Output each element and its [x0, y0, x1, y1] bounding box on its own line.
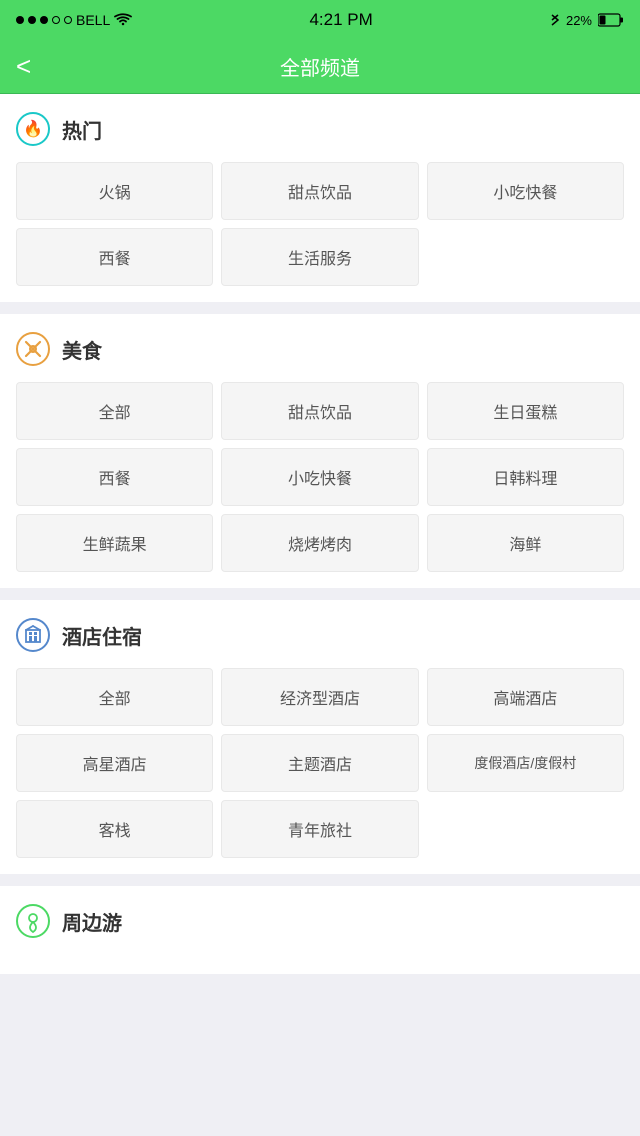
section-hot-title: 热门 [62, 115, 102, 144]
section-hot-header: 🔥 热门 [16, 112, 624, 146]
section-hotel-grid: 全部 经济型酒店 高端酒店 高星酒店 主题酒店 度假酒店/度假村 客栈 青年旅社 [16, 668, 624, 858]
grid-item[interactable]: 火锅 [16, 162, 213, 220]
section-hot-grid: 火锅 甜点饮品 小吃快餐 西餐 生活服务 [16, 162, 624, 286]
signal-dot-5 [64, 16, 72, 24]
grid-item[interactable]: 烧烤烤肉 [221, 514, 418, 572]
section-food-header: 美食 [16, 332, 624, 366]
building-icon [16, 618, 50, 652]
section-hotel: 酒店住宿 全部 经济型酒店 高端酒店 高星酒店 主题酒店 度假酒店/度假村 客栈… [0, 600, 640, 874]
flame-icon: 🔥 [16, 112, 50, 146]
grid-item[interactable]: 生鲜蔬果 [16, 514, 213, 572]
bluetooth-icon [550, 12, 560, 28]
signal-dot-4 [52, 16, 60, 24]
grid-item[interactable]: 全部 [16, 668, 213, 726]
section-food-grid: 全部 甜点饮品 生日蛋糕 西餐 小吃快餐 日韩料理 生鲜蔬果 烧烤烤肉 海鲜 [16, 382, 624, 572]
grid-item[interactable]: 甜点饮品 [221, 162, 418, 220]
content: 🔥 热门 火锅 甜点饮品 小吃快餐 西餐 生活服务 [0, 94, 640, 974]
section-nearby-title: 周边游 [62, 907, 122, 936]
status-right: 22% [550, 12, 624, 28]
grid-item[interactable]: 日韩料理 [427, 448, 624, 506]
nav-title: 全部频道 [280, 52, 360, 81]
grid-item[interactable]: 西餐 [16, 448, 213, 506]
status-left: BELL [16, 12, 132, 28]
grid-item[interactable]: 甜点饮品 [221, 382, 418, 440]
grid-item[interactable]: 青年旅社 [221, 800, 418, 858]
nav-bar: < 全部频道 [0, 40, 640, 94]
grid-item[interactable]: 生活服务 [221, 228, 418, 286]
battery-percent: 22% [566, 13, 592, 28]
grid-item[interactable]: 小吃快餐 [427, 162, 624, 220]
status-time: 4:21 PM [309, 10, 372, 30]
section-hotel-title: 酒店住宿 [62, 621, 142, 650]
carrier-label: BELL [76, 12, 110, 28]
grid-item[interactable]: 西餐 [16, 228, 213, 286]
grid-item[interactable]: 度假酒店/度假村 [427, 734, 624, 792]
back-button[interactable]: < [16, 51, 31, 82]
grid-item[interactable]: 经济型酒店 [221, 668, 418, 726]
svg-text:🔥: 🔥 [23, 119, 43, 138]
fork-icon [16, 332, 50, 366]
battery-icon [598, 13, 624, 27]
section-hot: 🔥 热门 火锅 甜点饮品 小吃快餐 西餐 生活服务 [0, 94, 640, 302]
grid-item[interactable]: 客栈 [16, 800, 213, 858]
section-hotel-header: 酒店住宿 [16, 618, 624, 652]
section-food: 美食 全部 甜点饮品 生日蛋糕 西餐 小吃快餐 日韩料理 生鲜蔬果 烧烤烤肉 海… [0, 314, 640, 588]
grid-item[interactable]: 全部 [16, 382, 213, 440]
grid-item[interactable]: 小吃快餐 [221, 448, 418, 506]
grid-item[interactable]: 高端酒店 [427, 668, 624, 726]
signal-dot-1 [16, 16, 24, 24]
signal-dot-2 [28, 16, 36, 24]
section-nearby-header: 周边游 [16, 904, 624, 938]
signal-dot-3 [40, 16, 48, 24]
grid-item[interactable]: 主题酒店 [221, 734, 418, 792]
grid-item[interactable]: 生日蛋糕 [427, 382, 624, 440]
wifi-icon [114, 13, 132, 27]
section-nearby: 周边游 [0, 886, 640, 974]
grid-item[interactable]: 高星酒店 [16, 734, 213, 792]
section-food-title: 美食 [62, 335, 102, 364]
grid-item[interactable]: 海鲜 [427, 514, 624, 572]
map-icon [16, 904, 50, 938]
status-bar: BELL 4:21 PM 22% [0, 0, 640, 40]
